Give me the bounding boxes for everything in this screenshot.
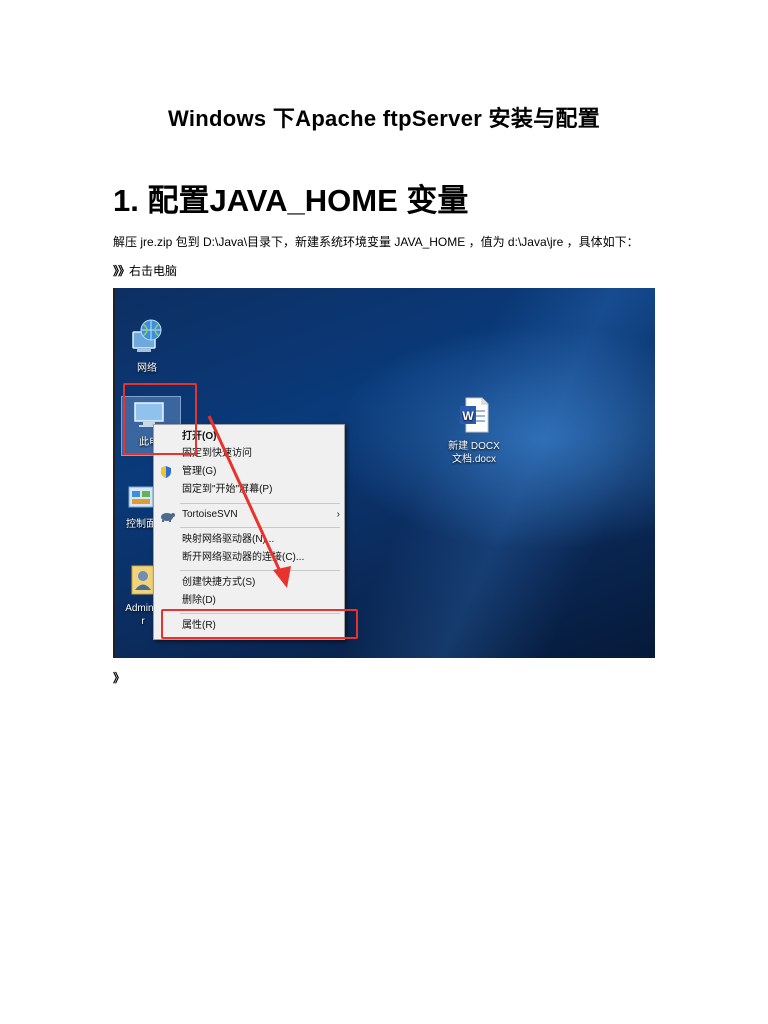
step-marker: 》》 — [113, 264, 130, 278]
desktop-screenshot: 网络 此电 控制面 Adminis r W 新建 DOCX 文档.docx 打开… — [113, 288, 655, 658]
instruction-paragraph: 解压 jre.zip 包到 D:\Java\目录下，新建系统环境变量 JAVA_… — [113, 235, 639, 249]
step-line: 》》右击电脑 — [113, 262, 177, 279]
annotation-arrow — [207, 415, 291, 588]
end-marker: 》 — [113, 671, 126, 685]
section-heading: 1. 配置JAVA_HOME 变量 — [113, 183, 469, 218]
document-title: Windows 下Apache ftpServer 安装与配置 — [167, 106, 601, 131]
step-text: 右击电脑 — [129, 264, 178, 278]
